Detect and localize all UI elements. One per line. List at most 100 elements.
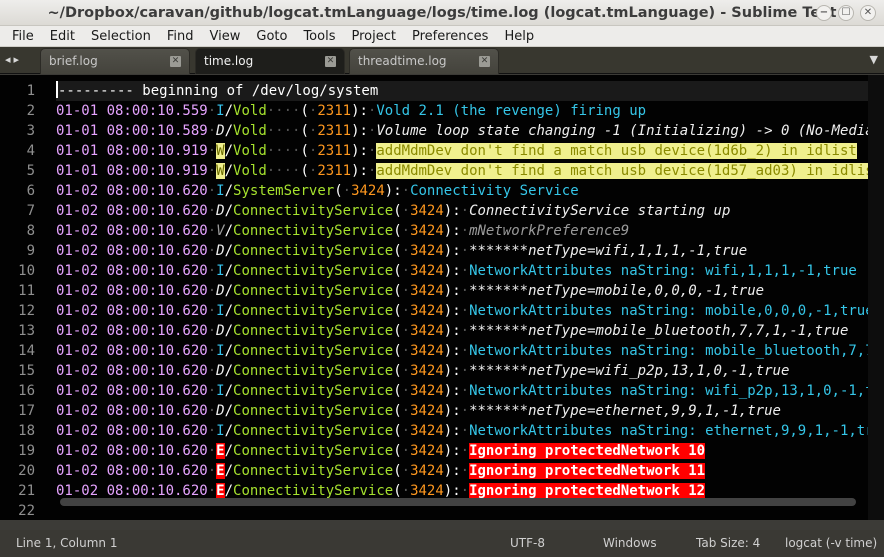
separator: / — [224, 483, 234, 499]
log-tag: Vold — [233, 103, 267, 119]
log-line[interactable]: 01-02 08:00:10.620·I/ConnectivityService… — [56, 421, 868, 441]
log-level: E — [216, 483, 225, 499]
menu-edit[interactable]: Edit — [42, 26, 83, 47]
log-message: *******netType=wifi,1,1,1,-1,true — [469, 243, 748, 259]
log-line[interactable]: 01-02 08:00:10.620·D/ConnectivityService… — [56, 401, 868, 421]
encoding-indicator[interactable]: UTF-8 — [510, 536, 545, 550]
log-line[interactable]: 01-02 08:00:10.620·I/ConnectivityService… — [56, 261, 868, 281]
separator: / — [224, 383, 234, 399]
whitespace-marker: · — [460, 443, 470, 459]
log-tag: SystemServer — [233, 183, 335, 199]
log-line[interactable]: 01-01 08:00:10.589·D/Vold····(·2311):·Vo… — [56, 121, 868, 141]
line-number: 3 — [26, 123, 35, 139]
log-timestamp: 01-02 08:00:10.620 — [56, 383, 208, 399]
tab-dropdown-icon[interactable]: ▼ — [870, 53, 878, 66]
whitespace-marker: · — [460, 323, 470, 339]
whitespace-marker: · — [460, 203, 470, 219]
minimize-button[interactable]: − — [816, 5, 832, 21]
whitespace-marker: · — [207, 303, 217, 319]
separator: ): — [443, 403, 461, 419]
log-tag: ConnectivityService — [233, 263, 394, 279]
whitespace-marker: · — [207, 403, 217, 419]
log-line[interactable]: 01-02 08:00:10.620·E/ConnectivityService… — [56, 441, 868, 461]
close-window-button[interactable]: ✕ — [860, 5, 876, 21]
log-line[interactable]: 01-02 08:00:10.620·V/ConnectivityService… — [56, 221, 868, 241]
separator: / — [224, 203, 234, 219]
tab-close-icon[interactable]: ✕ — [325, 56, 336, 67]
log-level: I — [216, 423, 225, 439]
log-level: I — [216, 343, 225, 359]
menu-goto[interactable]: Goto — [248, 26, 295, 47]
tab-next-icon[interactable]: ▸ — [14, 53, 23, 66]
menu-preferences[interactable]: Preferences — [404, 26, 496, 47]
window-controls: − ☐ ✕ — [816, 5, 876, 21]
menu-view[interactable]: View — [202, 26, 249, 47]
separator: / — [224, 283, 234, 299]
whitespace-marker: · — [207, 243, 217, 259]
separator: / — [224, 243, 234, 259]
menu-selection[interactable]: Selection — [83, 26, 159, 47]
log-line[interactable]: 01-01 08:00:10.919·W/Vold····(·2311):·ad… — [56, 161, 868, 181]
whitespace-marker: · — [401, 483, 411, 499]
horizontal-scrollbar[interactable] — [60, 498, 856, 506]
log-line[interactable]: 01-02 08:00:10.620·I/SystemServer(·3424)… — [56, 181, 868, 201]
menu-help[interactable]: Help — [496, 26, 542, 47]
separator: ): — [351, 103, 368, 119]
line-endings-indicator[interactable]: Windows — [603, 536, 657, 550]
separator: / — [224, 443, 234, 459]
log-pid: 2311 — [317, 123, 352, 139]
log-line[interactable]: 01-02 08:00:10.620·I/ConnectivityService… — [56, 341, 868, 361]
log-timestamp: 01-02 08:00:10.620 — [56, 223, 208, 239]
log-line[interactable]: 01-02 08:00:10.620·D/ConnectivityService… — [56, 281, 868, 301]
maximize-button[interactable]: ☐ — [838, 5, 854, 21]
tab-label: threadtime.log — [358, 54, 447, 68]
log-line[interactable]: 01-02 08:00:10.620·I/ConnectivityService… — [56, 301, 868, 321]
menu-tools[interactable]: Tools — [295, 26, 343, 47]
log-timestamp: 01-02 08:00:10.620 — [56, 263, 208, 279]
tab-size-indicator[interactable]: Tab Size: 4 — [696, 536, 760, 550]
log-line[interactable]: 01-02 08:00:10.620·D/ConnectivityService… — [56, 241, 868, 261]
separator: ): — [443, 343, 461, 359]
menu-file[interactable]: File — [4, 26, 42, 47]
log-tag: ConnectivityService — [233, 463, 394, 479]
log-level: D — [216, 283, 225, 299]
log-message: *******netType=wifi_p2p,13,1,0,-1,true — [469, 363, 790, 379]
separator: ( — [393, 323, 402, 339]
log-tag: ConnectivityService — [233, 423, 394, 439]
log-tag: Vold — [233, 123, 267, 139]
separator: ): — [384, 183, 402, 199]
code-area[interactable]: --------- beginning of /dev/log/system 0… — [56, 81, 868, 520]
tab-threadtime-log[interactable]: threadtime.log ✕ — [349, 48, 499, 74]
separator: / — [224, 363, 234, 379]
vertical-scrollbar[interactable] — [868, 75, 884, 520]
log-line[interactable]: 01-01 08:00:10.559·I/Vold····(·2311):·Vo… — [56, 101, 868, 121]
tab-close-icon[interactable]: ✕ — [479, 56, 490, 67]
log-timestamp: 01-02 08:00:10.620 — [56, 443, 208, 459]
log-line[interactable]: 01-02 08:00:10.620·D/ConnectivityService… — [56, 361, 868, 381]
log-line[interactable]: 01-02 08:00:10.620·D/ConnectivityService… — [56, 201, 868, 221]
tab-prev-icon[interactable]: ◂ — [5, 53, 14, 66]
log-line[interactable]: 01-02 08:00:10.620·I/ConnectivityService… — [56, 381, 868, 401]
whitespace-marker: · — [401, 403, 411, 419]
log-line[interactable]: 01-02 08:00:10.620·E/ConnectivityService… — [56, 461, 868, 481]
code-line[interactable]: --------- beginning of /dev/log/system — [56, 81, 868, 101]
log-pid: 3424 — [410, 483, 444, 499]
tab-time-log[interactable]: time.log ✕ — [195, 48, 345, 74]
tab-close-icon[interactable]: ✕ — [170, 56, 181, 67]
log-tag: Vold — [233, 143, 267, 159]
log-line[interactable]: 01-02 08:00:10.620·D/ConnectivityService… — [56, 321, 868, 341]
log-message: *******netType=mobile_bluetooth,7,7,1,-1… — [469, 323, 849, 339]
log-pid: 3424 — [410, 323, 444, 339]
editor-pane[interactable]: 1 2 3 4 5 6 7 8 9 10 11 12 13 14 15 16 17 18 19 20 21 22 ----… — [0, 75, 884, 520]
tab-brief-log[interactable]: brief.log ✕ — [40, 48, 190, 74]
log-level: D — [216, 403, 225, 419]
whitespace-marker: · — [207, 123, 217, 139]
separator: / — [224, 403, 234, 419]
separator: ( — [300, 103, 309, 119]
syntax-indicator[interactable]: logcat (-v time) — [785, 536, 877, 550]
whitespace-marker: · — [460, 343, 470, 359]
menu-project[interactable]: Project — [343, 26, 403, 47]
log-timestamp: 01-02 08:00:10.620 — [56, 343, 208, 359]
menu-find[interactable]: Find — [159, 26, 202, 47]
log-line[interactable]: 01-01 08:00:10.919·W/Vold····(·2311):·ad… — [56, 141, 868, 161]
